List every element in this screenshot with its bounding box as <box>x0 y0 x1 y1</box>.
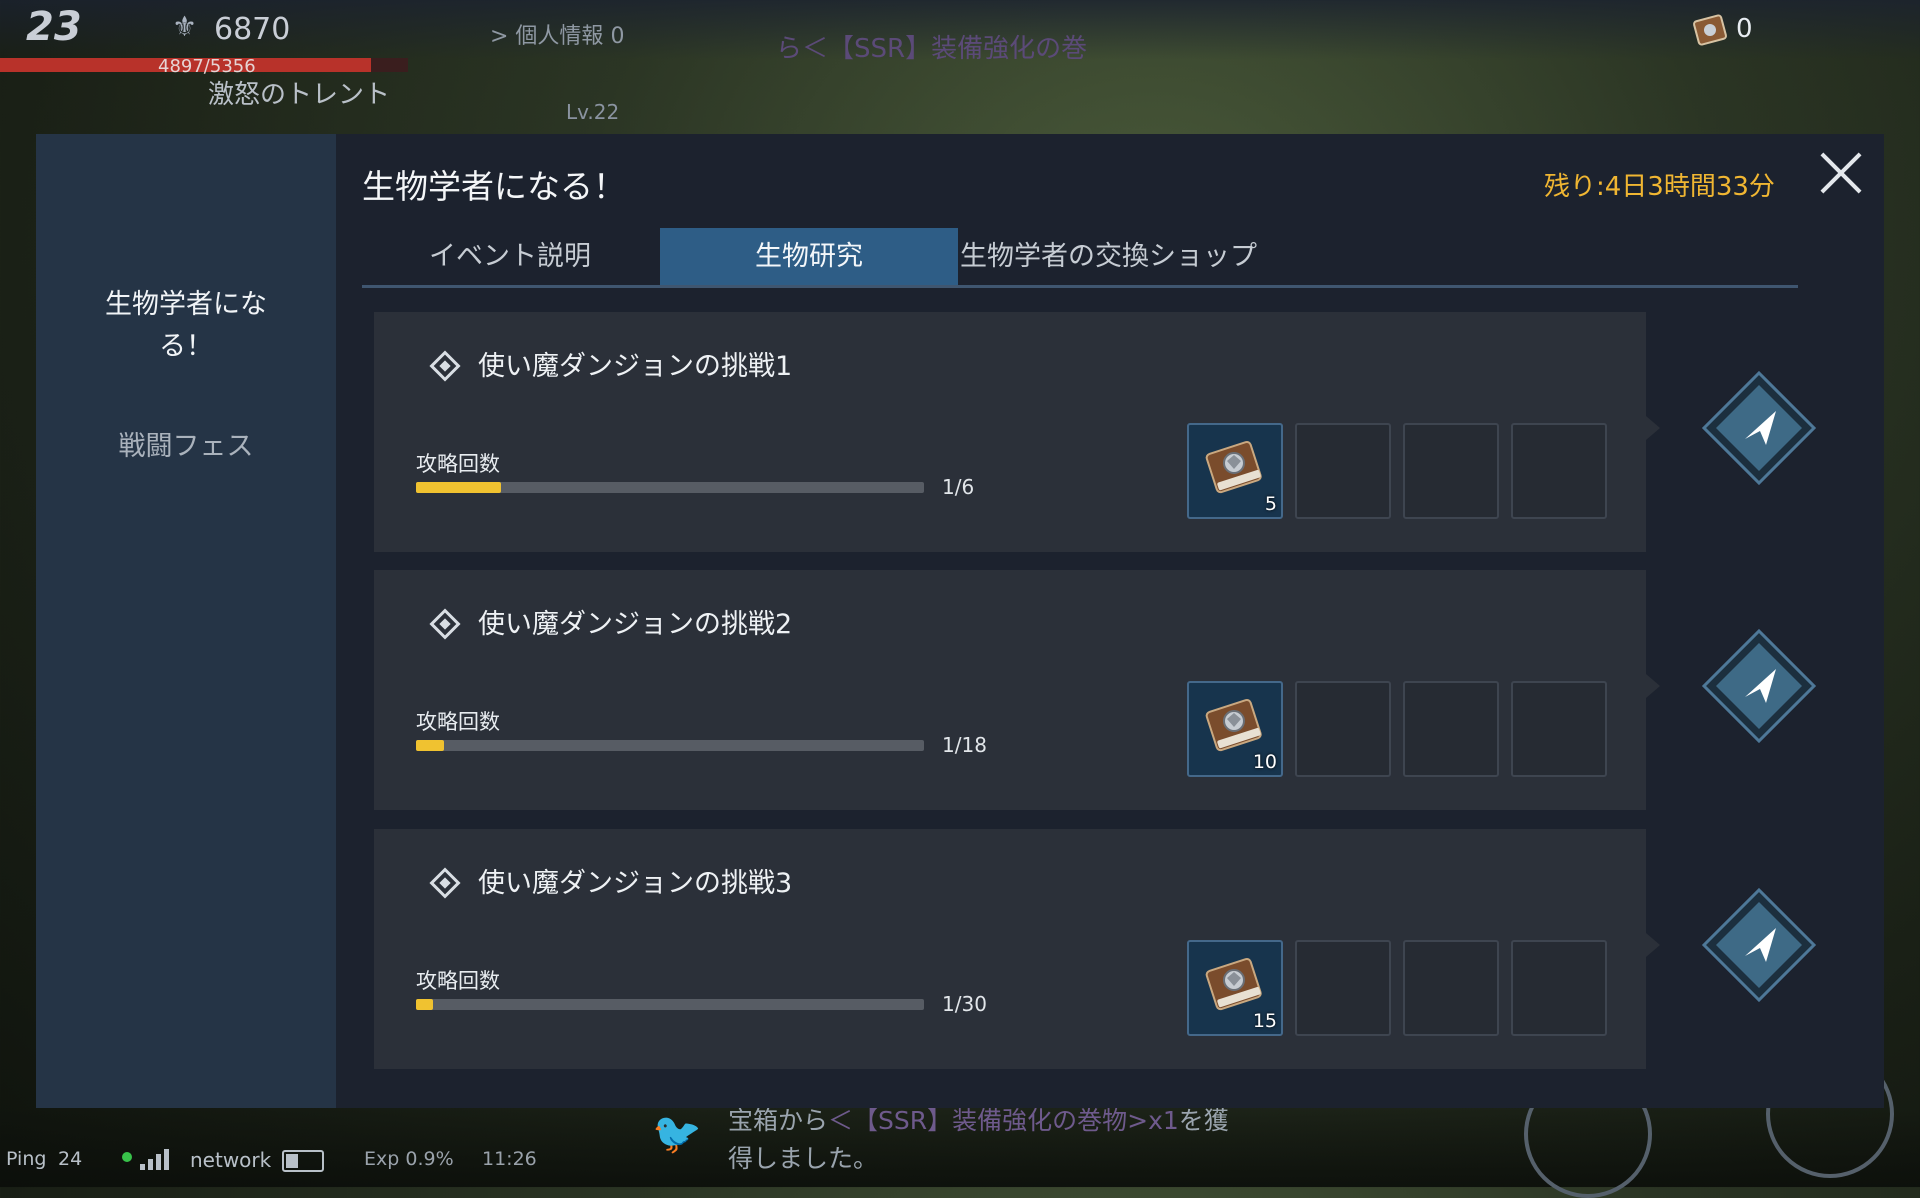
card-pointer <box>1646 416 1660 440</box>
network-status-dot <box>122 1152 132 1162</box>
signal-icon <box>140 1149 169 1170</box>
reward-slot[interactable]: 10 <box>1187 681 1283 777</box>
go-button[interactable] <box>1700 627 1818 745</box>
sidebar-item-biologist[interactable]: 生物学者にな る！ <box>36 284 336 368</box>
ping-label: Ping <box>6 1148 47 1170</box>
quest-count-label: 攻略回数 <box>416 969 500 993</box>
scroll-count: 0 <box>1736 14 1753 44</box>
tab-label: 生物研究 <box>755 241 863 272</box>
target-name: 激怒のトレント <box>208 80 391 110</box>
reward-slot-empty <box>1403 423 1499 519</box>
skill-book-icon <box>1205 440 1262 494</box>
sidebar-item-label: 生物学者にな る！ <box>105 289 267 362</box>
quest-progress-text: 1/18 <box>942 733 987 757</box>
quest-progress-fill <box>416 482 501 493</box>
reward-quantity: 15 <box>1252 1010 1277 1032</box>
quest-progress-bar <box>416 482 924 493</box>
chat-text: 宝箱から <box>728 1106 829 1135</box>
skill-book-icon <box>1205 957 1262 1011</box>
page-title: 生物学者になる！ <box>362 167 626 206</box>
profile-count: 0 <box>610 24 625 49</box>
reward-slot-empty <box>1403 681 1499 777</box>
chat-item-name: ＜【SSR】装備強化の巻物>x1 <box>828 1106 1179 1135</box>
reward-slot[interactable]: 5 <box>1187 423 1283 519</box>
wings-icon: ⚜ <box>172 10 198 43</box>
twitter-icon[interactable]: 🐦 <box>652 1110 702 1157</box>
quest-count-label: 攻略回数 <box>416 710 500 734</box>
tabs-divider <box>362 285 1798 288</box>
remaining-time: 残り:4日3時間33分 <box>1544 172 1775 202</box>
scroll-icon <box>1693 14 1727 46</box>
profile-link[interactable]: > 個人情報 0 <box>490 18 624 50</box>
chat-log: 宝箱から＜【SSR】装備強化の巻物>x1を獲 得しました。 <box>728 1102 1268 1178</box>
quest-progress-bar <box>416 999 924 1010</box>
card-pointer <box>1646 933 1660 957</box>
reward-slot-empty <box>1511 940 1607 1036</box>
quest-count-label: 攻略回数 <box>416 452 500 476</box>
reward-slot-empty <box>1295 423 1391 519</box>
tab-label: 生物学者の交換ショップ <box>960 241 1257 272</box>
quest-progress-text: 1/6 <box>942 475 975 499</box>
reward-quantity: 5 <box>1264 493 1277 515</box>
reward-slot-empty <box>1511 423 1607 519</box>
go-button[interactable] <box>1700 886 1818 1004</box>
tab-biology-research[interactable]: 生物研究 <box>660 228 958 286</box>
ping-value: 24 <box>58 1148 83 1170</box>
exp-text: Exp 0.9% <box>364 1148 454 1170</box>
reward-slot-empty <box>1403 940 1499 1036</box>
quest-progress-fill <box>416 999 433 1010</box>
go-button[interactable] <box>1700 369 1818 487</box>
enemy-level: Lv.22 <box>566 100 620 124</box>
reward-slot-empty <box>1511 681 1607 777</box>
sidebar-item-label: 戦闘フェス <box>118 431 254 462</box>
quest-progress-text: 1/30 <box>942 992 987 1016</box>
tab-exchange-shop[interactable]: 生物学者の交換ショップ <box>960 228 1320 286</box>
combat-power: 6870 <box>214 12 291 47</box>
battery-icon <box>282 1150 324 1172</box>
chat-text: を獲 <box>1178 1106 1229 1135</box>
tab-label: イベント説明 <box>429 241 591 272</box>
quest-progress-fill <box>416 740 445 751</box>
quest-title: 使い魔ダンジョンの挑戦1 <box>478 351 793 382</box>
tab-event-description[interactable]: イベント説明 <box>362 228 658 286</box>
quest-title: 使い魔ダンジョンの挑戦3 <box>478 868 793 899</box>
sidebar-item-battle-fest[interactable]: 戦闘フェス <box>36 424 336 463</box>
reward-slot-empty <box>1295 681 1391 777</box>
system-notice: ら＜【SSR】装備強化の巻 <box>776 34 1088 64</box>
reward-slot-empty <box>1295 940 1391 1036</box>
chat-text: 得しました。 <box>728 1144 879 1173</box>
profile-link-label: > 個人情報 <box>490 24 604 49</box>
reward-slot[interactable]: 15 <box>1187 940 1283 1036</box>
network-label: network <box>190 1148 272 1172</box>
close-icon[interactable] <box>1818 150 1864 196</box>
reward-quantity: 10 <box>1252 751 1277 773</box>
event-sidebar <box>36 134 336 1108</box>
skill-book-icon <box>1205 698 1262 752</box>
clock: 11:26 <box>482 1148 537 1170</box>
quest-title: 使い魔ダンジョンの挑戦2 <box>478 609 793 640</box>
quest-progress-bar <box>416 740 924 751</box>
card-pointer <box>1646 674 1660 698</box>
player-level: 23 <box>26 4 82 50</box>
